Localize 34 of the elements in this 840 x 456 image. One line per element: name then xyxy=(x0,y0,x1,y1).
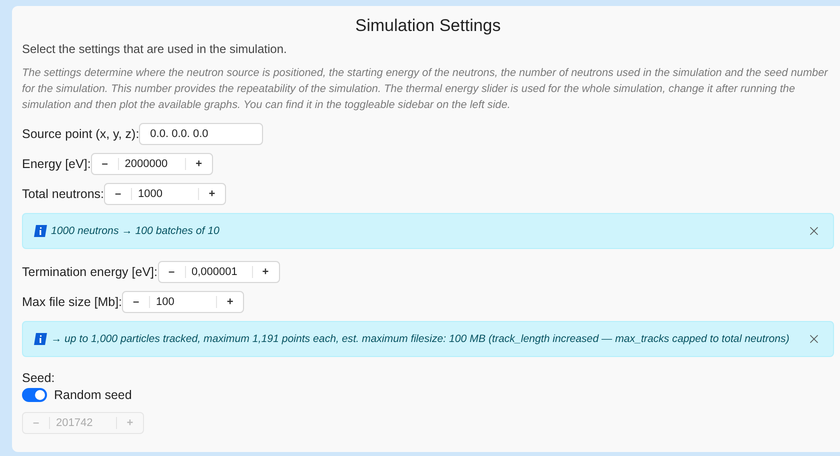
increment-button[interactable]: + xyxy=(186,154,212,174)
decrement-button[interactable]: – xyxy=(158,262,184,282)
info-icon xyxy=(34,225,47,237)
number-field[interactable]: 1000 xyxy=(131,188,199,200)
random-seed-switch[interactable] xyxy=(22,388,47,402)
number-field[interactable]: 2000000 xyxy=(118,158,186,170)
decrement-button[interactable]: – xyxy=(105,184,131,204)
increment-button[interactable]: + xyxy=(199,184,225,204)
number-stepper[interactable]: – 1000 + xyxy=(104,183,226,205)
decrement-button[interactable]: – xyxy=(123,292,150,312)
number-stepper[interactable]: – 100 + xyxy=(122,291,244,313)
number-stepper[interactable]: – 2000000 + xyxy=(90,153,213,175)
number-field[interactable]: 100 xyxy=(149,296,218,308)
field-label: Total neutrons: xyxy=(22,187,104,201)
close-button[interactable] xyxy=(807,224,821,238)
close-button[interactable] xyxy=(807,332,821,346)
field-label: Source point (x, y, z): xyxy=(22,127,140,141)
source-point-field[interactable]: 0.0. 0.0. 0.0 xyxy=(139,123,264,145)
switch-label: Random seed xyxy=(54,388,132,402)
alert-text: 1000 neutrons → 100 batches of 10 xyxy=(51,225,220,237)
description-text: The settings determine where the neutron source is positioned, the starting energy of the neutrons, the number of neutrons used in the simulation and the seed number for the simulation. This number provides the repeatability of the simulation. The thermal energy slider is used for the whole simulation, change it after running the simulation and then plot the available graphs. You can find it in the toggleable sidebar on the left side. xyxy=(22,66,829,113)
increment-button[interactable]: + xyxy=(217,292,244,312)
field-label: Energy [eV]: xyxy=(22,157,91,171)
decrement-button[interactable]: – xyxy=(92,154,118,174)
alert-text: → up to 1,000 particles tracked, maximum 1,191 points each, est. maximum filesize: 100 MB (track_length increased — max_tracks capped to total neutrons) xyxy=(51,333,790,345)
seed-label: Seed: xyxy=(22,371,56,385)
number-field[interactable]: 0,000001 xyxy=(184,266,252,278)
intro-text: Select the settings that are used in the simulation. xyxy=(22,42,288,56)
increment-button[interactable]: + xyxy=(252,262,278,282)
panel-title: Simulation Settings xyxy=(354,16,502,36)
field-label: Max file size [Mb]: xyxy=(22,295,122,309)
info-icon xyxy=(34,333,47,345)
number-stepper[interactable]: – 0,000001 + xyxy=(158,261,280,283)
field-label: Termination energy [eV]: xyxy=(22,265,158,279)
